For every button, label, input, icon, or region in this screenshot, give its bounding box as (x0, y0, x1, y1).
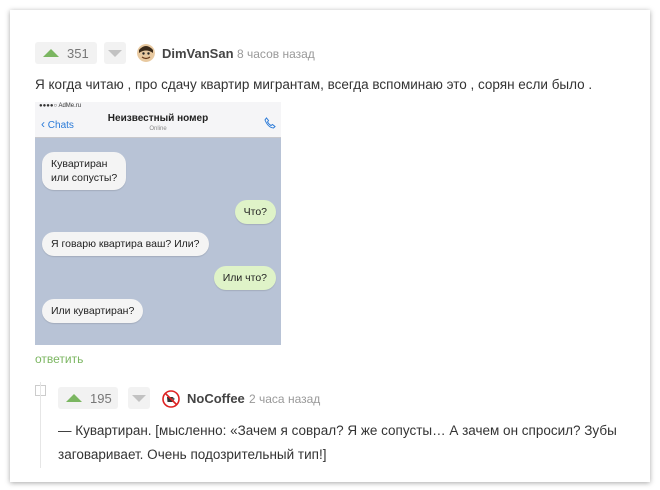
thread-line[interactable] (40, 382, 41, 468)
reply-text: — Кувартиран. [мысленно: «Зачем я соврал… (58, 419, 617, 467)
reply-time[interactable]: 2 часа назад (249, 392, 320, 406)
reply-username[interactable]: NoCoffee (187, 391, 245, 406)
reply-link[interactable]: ответить (35, 352, 83, 366)
chat-screenshot: ●●●●○ AdMe.ru ‹ Chats Неизвестный номер … (35, 102, 281, 345)
message-line: Или что? (222, 272, 267, 284)
reply-downvote-button[interactable] (128, 387, 150, 409)
user-avatar[interactable] (137, 44, 155, 62)
chat-header: ●●●●○ AdMe.ru ‹ Chats Неизвестный номер … (35, 102, 281, 138)
message-line: или сопусты? (51, 172, 118, 184)
comment-username[interactable]: DimVanSan (162, 46, 234, 61)
chat-message-incoming: Кувартиран или сопусты? (42, 152, 127, 190)
downvote-arrow-icon (132, 394, 146, 402)
comment-text: Я когда читаю , про сдачу квартир мигран… (35, 77, 593, 92)
no-coffee-avatar-icon[interactable] (162, 390, 180, 408)
reply-upvote-button[interactable]: 195 (58, 387, 118, 409)
comment-time[interactable]: 8 часов назад (237, 47, 315, 61)
contact-status: Online (149, 126, 167, 132)
chat-message-incoming: Или кувартиран? (42, 299, 144, 323)
chat-message-outgoing: Или что? (213, 266, 276, 290)
status-bar: ●●●●○ AdMe.ru (39, 103, 82, 109)
reply-rating: 195 (90, 390, 112, 406)
upvote-arrow-icon (66, 394, 82, 402)
phone-icon (264, 116, 276, 134)
reply-text-line: заговаривает. Очень подозрительный тип!] (58, 447, 327, 462)
contact-name: Неизвестный номер (107, 113, 209, 124)
reply-text-line: — Кувартиран. [мысленно: «Зачем я соврал… (58, 423, 617, 438)
message-line: Что? (243, 206, 267, 218)
comment-rating: 351 (67, 45, 89, 61)
message-line: Кувартиран (51, 158, 108, 170)
upvote-arrow-icon (43, 49, 59, 57)
message-line: Я говарю квартира ваш? Или? (51, 238, 200, 250)
message-line: Или кувартиран? (51, 305, 135, 317)
chat-message-outgoing: Что? (234, 200, 276, 224)
downvote-arrow-icon (108, 49, 122, 57)
downvote-button[interactable] (104, 42, 126, 64)
upvote-button[interactable]: 351 (35, 42, 97, 64)
chat-message-incoming: Я говарю квартира ваш? Или? (42, 232, 209, 256)
